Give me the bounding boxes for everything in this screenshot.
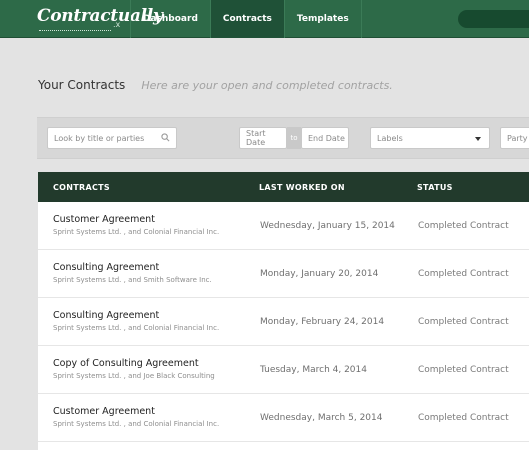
contract-title[interactable]: Consulting Agreement xyxy=(53,310,159,321)
page-header: Your Contracts Here are your open and co… xyxy=(38,78,393,92)
search-icon xyxy=(161,133,170,142)
logo-underline xyxy=(39,30,111,31)
search-placeholder: Look by title or parties xyxy=(54,133,145,143)
column-header-contracts[interactable]: CONTRACTS xyxy=(53,172,110,202)
last-worked-date: Wednesday, January 15, 2014 xyxy=(260,221,395,231)
contract-title[interactable]: Copy of Consulting Agreement xyxy=(53,358,199,369)
contract-parties: Sprint Systems Ltd. , and Joe Black Cons… xyxy=(53,372,215,380)
table-row[interactable]: Customer Agreement Sprint Systems Ltd. ,… xyxy=(38,202,529,250)
contract-title[interactable]: Customer Agreement xyxy=(53,406,155,417)
contract-status: Completed Contract xyxy=(418,413,509,423)
search-input[interactable]: Look by title or parties xyxy=(47,127,177,149)
top-navbar: Contractually .x Dashboard Contracts Tem… xyxy=(0,0,529,38)
global-search-pill[interactable] xyxy=(458,10,529,28)
column-header-last-worked[interactable]: LAST WORKED ON xyxy=(259,172,345,202)
labels-placeholder: Labels xyxy=(377,133,403,143)
nav-templates[interactable]: Templates xyxy=(283,0,362,38)
last-worked-date: Tuesday, March 4, 2014 xyxy=(260,365,367,375)
page-subtitle: Here are your open and completed contrac… xyxy=(141,79,393,92)
date-range-separator: to xyxy=(287,127,301,149)
main-nav: Dashboard Contracts Templates xyxy=(130,0,362,38)
contract-parties: Sprint Systems Ltd. , and Colonial Finan… xyxy=(53,420,220,428)
contract-title[interactable]: Consulting Agreement xyxy=(53,262,159,273)
start-date-placeholder: Start Date xyxy=(246,129,266,147)
labels-select[interactable]: Labels xyxy=(370,127,490,149)
end-date-placeholder: End Date xyxy=(308,133,345,143)
table-row[interactable]: Customer Agreement Sprint Systems Ltd. ,… xyxy=(38,394,529,442)
logo-suffix: .x xyxy=(113,20,121,29)
contract-status: Completed Contract xyxy=(418,317,509,327)
filter-bar: Look by title or parties Start Date to E… xyxy=(37,117,529,159)
contract-status: Completed Contract xyxy=(418,221,509,231)
contract-parties: Sprint Systems Ltd. , and Colonial Finan… xyxy=(53,324,220,332)
contract-parties: Sprint Systems Ltd. , and Smith Software… xyxy=(53,276,212,284)
party-placeholder: Party xyxy=(507,133,528,143)
end-date-input[interactable]: End Date xyxy=(301,127,349,149)
last-worked-date: Monday, January 20, 2014 xyxy=(260,269,379,279)
table-row[interactable]: Consulting Agreement Sprint Systems Ltd.… xyxy=(38,298,529,346)
contracts-table: CONTRACTS LAST WORKED ON STATUS Customer… xyxy=(38,172,529,450)
nav-contracts[interactable]: Contracts xyxy=(209,0,284,38)
table-header: CONTRACTS LAST WORKED ON STATUS xyxy=(38,172,529,202)
page-title: Your Contracts xyxy=(38,78,126,92)
last-worked-date: Monday, February 24, 2014 xyxy=(260,317,385,327)
nav-dashboard[interactable]: Dashboard xyxy=(130,0,210,38)
table-row[interactable]: Consulting Agreement Sprint Systems Ltd.… xyxy=(38,250,529,298)
contract-parties: Sprint Systems Ltd. , and Colonial Finan… xyxy=(53,228,220,236)
table-row[interactable]: Copy of Consulting Agreement Sprint Syst… xyxy=(38,346,529,394)
contract-status: Completed Contract xyxy=(418,365,509,375)
column-header-status[interactable]: STATUS xyxy=(417,172,453,202)
contract-status: Completed Contract xyxy=(418,269,509,279)
chevron-down-icon xyxy=(475,137,481,141)
last-worked-date: Wednesday, March 5, 2014 xyxy=(260,413,383,423)
party-input[interactable]: Party xyxy=(500,127,529,149)
contract-title[interactable]: Customer Agreement xyxy=(53,214,155,225)
start-date-input[interactable]: Start Date xyxy=(239,127,287,149)
